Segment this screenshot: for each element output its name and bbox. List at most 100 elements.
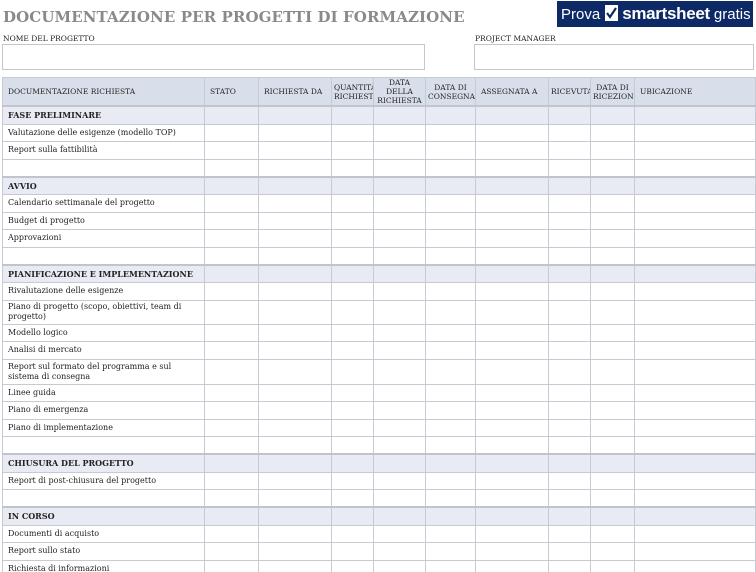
col-assegnata-cell[interactable] bbox=[475, 341, 549, 360]
document-name-cell[interactable]: Analisi di mercato bbox=[2, 341, 205, 360]
col-quantita-cell[interactable] bbox=[331, 489, 374, 508]
project-name-field[interactable] bbox=[2, 44, 425, 70]
col-assegnata-cell[interactable] bbox=[475, 436, 549, 455]
col-quantita-cell[interactable] bbox=[331, 559, 374, 572]
col-data-richiesta-cell[interactable] bbox=[373, 471, 426, 490]
col-stato-cell[interactable] bbox=[204, 559, 259, 572]
document-name-cell[interactable] bbox=[2, 436, 205, 455]
col-ricevuta-cell[interactable] bbox=[548, 341, 591, 360]
col-data-consegna-cell[interactable] bbox=[425, 559, 476, 572]
col-ricevuta-cell[interactable] bbox=[548, 489, 591, 508]
col-ricevuta-cell[interactable] bbox=[548, 141, 591, 160]
col-data-ricezione-cell[interactable] bbox=[590, 282, 635, 301]
col-data-consegna-cell[interactable] bbox=[425, 383, 476, 402]
document-name-cell[interactable]: Rivalutazione delle esigenze bbox=[2, 282, 205, 301]
col-richiesta-da-cell[interactable] bbox=[258, 358, 332, 385]
col-data-consegna-cell[interactable] bbox=[425, 123, 476, 142]
col-stato-cell[interactable] bbox=[204, 194, 259, 213]
col-richiesta-da-cell[interactable] bbox=[258, 246, 332, 265]
col-ricevuta-cell[interactable] bbox=[548, 436, 591, 455]
col-ubicazione-cell[interactable] bbox=[634, 383, 756, 402]
col-richiesta-da-cell[interactable] bbox=[258, 299, 332, 325]
col-ubicazione-cell[interactable] bbox=[634, 194, 756, 213]
col-assegnata-cell[interactable] bbox=[475, 282, 549, 301]
col-stato-cell[interactable] bbox=[204, 341, 259, 360]
col-data-consegna-cell[interactable] bbox=[425, 524, 476, 543]
col-data-richiesta-cell[interactable] bbox=[373, 211, 426, 230]
col-data-consegna-cell[interactable] bbox=[425, 141, 476, 160]
col-data-richiesta-cell[interactable] bbox=[373, 229, 426, 248]
col-data-consegna-cell[interactable] bbox=[425, 418, 476, 437]
col-ricevuta-cell[interactable] bbox=[548, 418, 591, 437]
col-data-ricezione-cell[interactable] bbox=[590, 211, 635, 230]
col-assegnata-cell[interactable] bbox=[475, 383, 549, 402]
col-richiesta-da-cell[interactable] bbox=[258, 123, 332, 142]
col-data-ricezione-cell[interactable] bbox=[590, 471, 635, 490]
document-name-cell[interactable] bbox=[2, 158, 205, 177]
col-assegnata-cell[interactable] bbox=[475, 158, 549, 177]
col-richiesta-da-cell[interactable] bbox=[258, 141, 332, 160]
col-data-ricezione-cell[interactable] bbox=[590, 489, 635, 508]
col-stato-cell[interactable] bbox=[204, 524, 259, 543]
project-manager-field[interactable] bbox=[474, 44, 754, 70]
col-data-richiesta-cell[interactable] bbox=[373, 141, 426, 160]
document-name-cell[interactable]: Piano di progetto (scopo, obiettivi, tea… bbox=[2, 299, 205, 325]
col-assegnata-cell[interactable] bbox=[475, 229, 549, 248]
col-assegnata-cell[interactable] bbox=[475, 123, 549, 142]
col-data-richiesta-cell[interactable] bbox=[373, 282, 426, 301]
col-stato-cell[interactable] bbox=[204, 282, 259, 301]
col-quantita-cell[interactable] bbox=[331, 383, 374, 402]
document-name-cell[interactable]: Piano di implementazione bbox=[2, 418, 205, 437]
document-name-cell[interactable] bbox=[2, 246, 205, 265]
col-data-consegna-cell[interactable] bbox=[425, 323, 476, 342]
col-quantita-cell[interactable] bbox=[331, 158, 374, 177]
col-ubicazione-cell[interactable] bbox=[634, 559, 756, 572]
col-data-ricezione-cell[interactable] bbox=[590, 524, 635, 543]
document-name-cell[interactable]: Piano di emergenza bbox=[2, 401, 205, 420]
document-name-cell[interactable]: Report sulla fattibilità bbox=[2, 141, 205, 160]
col-ricevuta-cell[interactable] bbox=[548, 401, 591, 420]
col-assegnata-cell[interactable] bbox=[475, 194, 549, 213]
col-stato-cell[interactable] bbox=[204, 471, 259, 490]
col-data-consegna-cell[interactable] bbox=[425, 282, 476, 301]
col-assegnata-cell[interactable] bbox=[475, 559, 549, 572]
col-ubicazione-cell[interactable] bbox=[634, 401, 756, 420]
col-stato-cell[interactable] bbox=[204, 436, 259, 455]
col-ricevuta-cell[interactable] bbox=[548, 194, 591, 213]
col-quantita-cell[interactable] bbox=[331, 524, 374, 543]
col-ricevuta-cell[interactable] bbox=[548, 323, 591, 342]
col-ubicazione-cell[interactable] bbox=[634, 123, 756, 142]
document-name-cell[interactable]: Valutazione delle esigenze (modello TOP) bbox=[2, 123, 205, 142]
col-stato-cell[interactable] bbox=[204, 383, 259, 402]
col-stato-cell[interactable] bbox=[204, 158, 259, 177]
col-data-consegna-cell[interactable] bbox=[425, 211, 476, 230]
document-name-cell[interactable]: Report sul formato del programma e sul s… bbox=[2, 358, 205, 385]
col-data-consegna-cell[interactable] bbox=[425, 358, 476, 385]
col-data-richiesta-cell[interactable] bbox=[373, 489, 426, 508]
col-assegnata-cell[interactable] bbox=[475, 489, 549, 508]
document-name-cell[interactable]: Budget di progetto bbox=[2, 211, 205, 230]
col-ricevuta-cell[interactable] bbox=[548, 383, 591, 402]
col-quantita-cell[interactable] bbox=[331, 141, 374, 160]
col-data-consegna-cell[interactable] bbox=[425, 194, 476, 213]
col-ubicazione-cell[interactable] bbox=[634, 229, 756, 248]
col-stato-cell[interactable] bbox=[204, 418, 259, 437]
col-ubicazione-cell[interactable] bbox=[634, 542, 756, 561]
col-ricevuta-cell[interactable] bbox=[548, 524, 591, 543]
document-name-cell[interactable] bbox=[2, 489, 205, 508]
document-name-cell[interactable]: Modello logico bbox=[2, 323, 205, 342]
col-ricevuta-cell[interactable] bbox=[548, 246, 591, 265]
smartsheet-trial-banner[interactable]: Prova smartsheet gratis bbox=[557, 1, 753, 27]
col-ricevuta-cell[interactable] bbox=[548, 123, 591, 142]
col-data-richiesta-cell[interactable] bbox=[373, 158, 426, 177]
col-ubicazione-cell[interactable] bbox=[634, 299, 756, 325]
col-data-ricezione-cell[interactable] bbox=[590, 436, 635, 455]
col-ubicazione-cell[interactable] bbox=[634, 418, 756, 437]
document-name-cell[interactable]: Richiesta di informazioni bbox=[2, 559, 205, 572]
col-data-ricezione-cell[interactable] bbox=[590, 401, 635, 420]
col-ricevuta-cell[interactable] bbox=[548, 471, 591, 490]
col-assegnata-cell[interactable] bbox=[475, 299, 549, 325]
col-data-consegna-cell[interactable] bbox=[425, 489, 476, 508]
col-quantita-cell[interactable] bbox=[331, 341, 374, 360]
col-ricevuta-cell[interactable] bbox=[548, 542, 591, 561]
